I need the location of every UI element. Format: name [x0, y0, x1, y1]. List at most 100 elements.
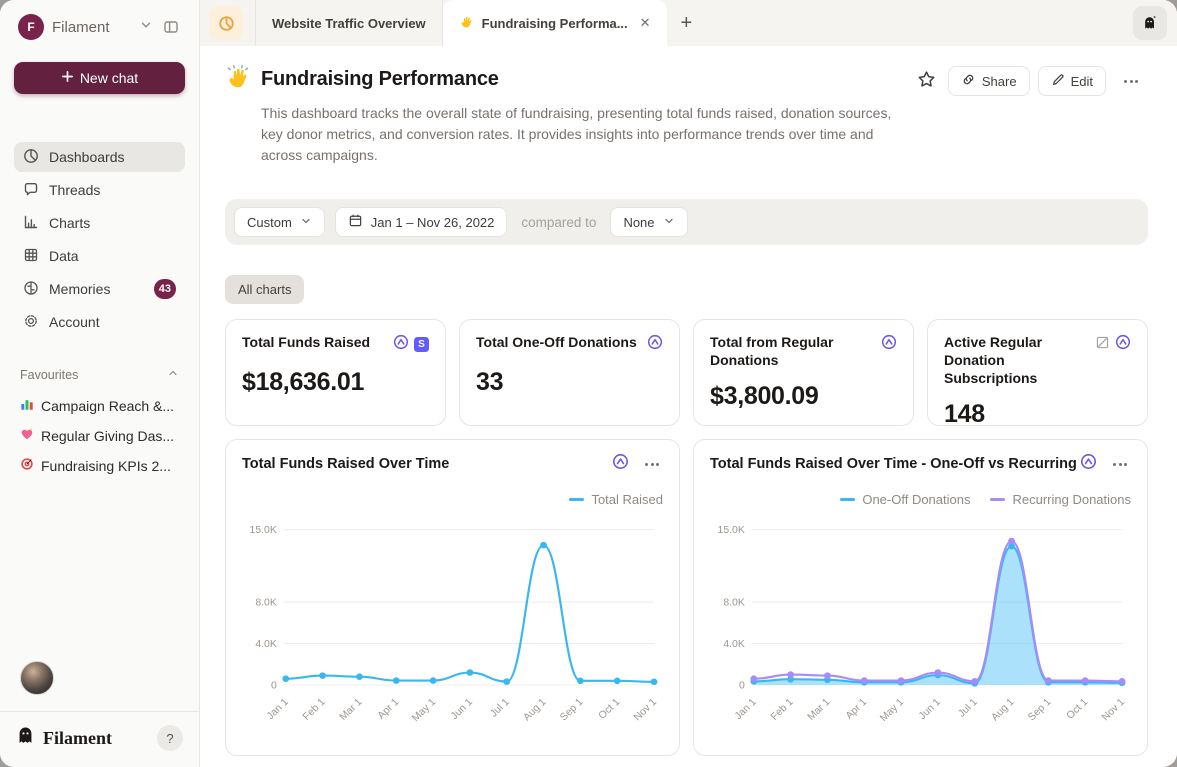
all-charts-chip[interactable]: All charts: [225, 275, 304, 304]
sparkling-heart-emoji: [20, 427, 34, 444]
workspace-logo: F: [18, 14, 44, 40]
chart-title: Total Funds Raised Over Time - One-Off v…: [710, 456, 1077, 472]
chart-legend: One-Off Donations Recurring Donations: [710, 492, 1131, 507]
legend-item: Total Raised: [569, 492, 663, 507]
ghost-logo-icon: [16, 726, 35, 750]
svg-text:Aug 1: Aug 1: [522, 697, 549, 724]
header-actions: Share Edit: [913, 64, 1148, 96]
page-header: Fundraising Performance This dashboard t…: [225, 64, 1148, 166]
chart-more-button[interactable]: [1109, 459, 1131, 470]
legend-item: One-Off Donations: [840, 492, 970, 507]
favourite-item-label: Campaign Reach &...: [41, 398, 174, 414]
more-icon: [1113, 463, 1127, 466]
svg-text:8.0K: 8.0K: [255, 598, 277, 609]
date-range-picker[interactable]: Jan 1 – Nov 26, 2022: [335, 207, 508, 237]
brand-name: Filament: [43, 728, 157, 749]
source-circle-icon[interactable]: [1080, 453, 1097, 475]
star-icon[interactable]: [913, 66, 940, 96]
new-chat-button[interactable]: New chat: [14, 62, 185, 94]
tab-bar: Website Traffic Overview Fundraising Per…: [200, 0, 1177, 46]
sidebar-item-data[interactable]: Data: [14, 241, 185, 271]
stripe-icon[interactable]: S: [414, 337, 429, 352]
workspace-switcher[interactable]: F Filament: [14, 14, 185, 40]
tab-fundraising-performance[interactable]: Fundraising Performa... ✕: [443, 0, 667, 46]
sidebar-item-account[interactable]: Account: [14, 307, 185, 337]
chevron-down-icon[interactable]: [139, 18, 153, 37]
svg-text:Jul 1: Jul 1: [488, 697, 512, 720]
source-circle-icon[interactable]: [393, 334, 409, 355]
sidebar-item-label: Charts: [49, 215, 176, 231]
plus-icon: [61, 70, 74, 86]
chart-legend: Total Raised: [242, 492, 663, 507]
tab-website-traffic-overview[interactable]: Website Traffic Overview: [255, 0, 443, 46]
sidebar-item-label: Dashboards: [49, 149, 176, 165]
wave-hand-emoji: [459, 14, 474, 32]
svg-text:4.0K: 4.0K: [723, 639, 745, 650]
svg-text:Mar 1: Mar 1: [806, 697, 833, 723]
tab-close-icon[interactable]: ✕: [636, 15, 651, 31]
sidebar-item-label: Threads: [49, 182, 176, 198]
range-type-value: Custom: [247, 215, 292, 230]
more-options-button[interactable]: [1114, 66, 1148, 96]
chart-title: Total Funds Raised Over Time: [242, 456, 449, 472]
source-circle-icon[interactable]: [612, 453, 629, 475]
tab-label: Fundraising Performa...: [482, 16, 628, 31]
kpi-title: Total One-Off Donations: [476, 333, 637, 351]
sidebar: F Filament New chat Dashboards Threads: [0, 0, 200, 767]
chart-more-button[interactable]: [641, 459, 663, 470]
image-off-icon: [1095, 335, 1110, 355]
new-tab-button[interactable]: +: [667, 12, 707, 35]
line-chart-total-raised[interactable]: 04.0K8.0K15.0KJan 1Feb 1Mar 1Apr 1May 1J…: [242, 509, 663, 741]
legend-item: Recurring Donations: [990, 492, 1131, 507]
svg-text:Mar 1: Mar 1: [338, 697, 365, 723]
chart-card-one-off-vs-recurring: Total Funds Raised Over Time - One-Off v…: [693, 439, 1148, 756]
legend-swatch: [990, 498, 1005, 502]
kpi-card-active-subscriptions: Active Regular Donation Subscriptions 14…: [927, 319, 1148, 426]
favourite-item[interactable]: Fundraising KPIs 2...: [14, 454, 185, 477]
sidebar-item-label: Memories: [49, 281, 144, 297]
svg-text:4.0K: 4.0K: [255, 639, 277, 650]
area-chart-one-off-vs-recurring[interactable]: 04.0K8.0K15.0KJan 1Feb 1Mar 1Apr 1May 1J…: [710, 509, 1131, 741]
svg-text:May 1: May 1: [410, 697, 438, 724]
home-pie-icon-button[interactable]: [209, 6, 243, 40]
favourite-item[interactable]: Campaign Reach &...: [14, 394, 185, 417]
svg-text:Jan 1: Jan 1: [265, 697, 291, 722]
sidebar-item-threads[interactable]: Threads: [14, 175, 185, 205]
assistant-ghost-button[interactable]: [1133, 6, 1167, 40]
favourites-label: Favourites: [20, 368, 78, 382]
share-button[interactable]: Share: [948, 66, 1030, 96]
favourites-list: Campaign Reach &... Regular Giving Das..…: [14, 394, 185, 477]
sidebar-item-dashboards[interactable]: Dashboards: [14, 142, 185, 172]
compare-dropdown[interactable]: None: [610, 207, 687, 237]
sidebar-item-memories[interactable]: Memories 43: [14, 274, 185, 304]
edit-button[interactable]: Edit: [1038, 66, 1106, 96]
kpi-card-total-one-off-donations: Total One-Off Donations 33: [459, 319, 680, 426]
svg-text:Jun 1: Jun 1: [449, 697, 475, 722]
sidebar-toggle-icon[interactable]: [161, 17, 181, 37]
help-button[interactable]: ?: [157, 725, 183, 751]
favourites-header[interactable]: Favourites: [14, 367, 185, 382]
compare-value: None: [623, 215, 654, 230]
source-circle-icon[interactable]: [1115, 334, 1131, 355]
range-type-dropdown[interactable]: Custom: [234, 207, 325, 237]
main-area: Website Traffic Overview Fundraising Per…: [200, 0, 1177, 767]
svg-text:Aug 1: Aug 1: [990, 697, 1017, 724]
favourite-item[interactable]: Regular Giving Das...: [14, 424, 185, 447]
sidebar-item-charts[interactable]: Charts: [14, 208, 185, 238]
svg-text:Nov 1: Nov 1: [632, 697, 659, 724]
sidebar-footer: Filament ?: [0, 711, 199, 751]
dashboard-content: Fundraising Performance This dashboard t…: [200, 46, 1177, 767]
svg-text:Oct 1: Oct 1: [1065, 697, 1091, 722]
favourite-item-label: Fundraising KPIs 2...: [41, 458, 171, 474]
chart-card-total-funds-over-time: Total Funds Raised Over Time Total Raise…: [225, 439, 680, 756]
kpi-title: Active Regular Donation Subscriptions: [944, 333, 1087, 387]
kpi-card-total-funds-raised: Total Funds Raised S $18,636.01: [225, 319, 446, 426]
svg-text:Jun 1: Jun 1: [917, 697, 943, 722]
source-circle-icon[interactable]: [881, 334, 897, 355]
link-icon: [961, 72, 976, 90]
compared-to-label: compared to: [521, 215, 596, 230]
source-circle-icon[interactable]: [647, 334, 663, 355]
user-avatar[interactable]: [20, 661, 54, 695]
favourite-item-label: Regular Giving Das...: [41, 428, 174, 444]
sidebar-item-label: Account: [49, 314, 176, 330]
